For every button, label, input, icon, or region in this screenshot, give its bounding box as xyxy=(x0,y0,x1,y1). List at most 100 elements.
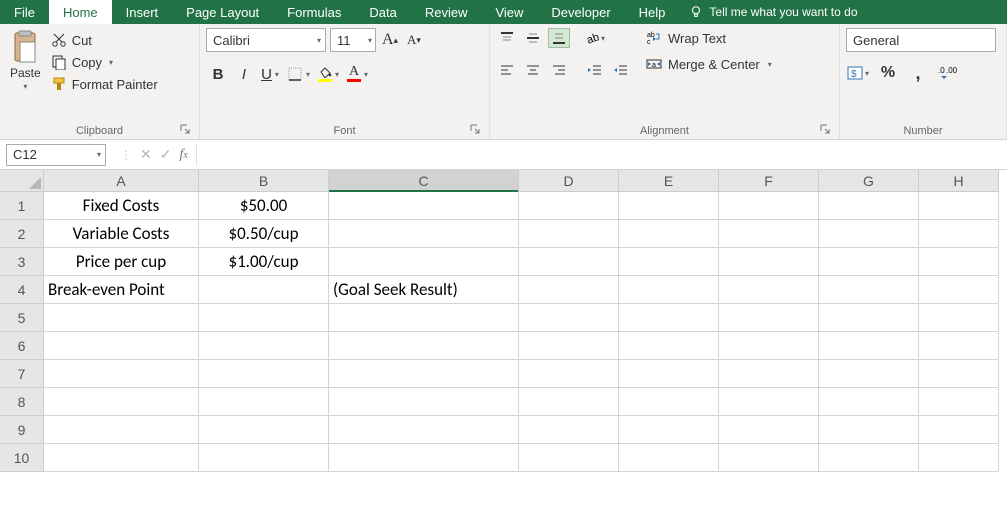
cell-H7[interactable] xyxy=(919,360,999,388)
cell-A10[interactable] xyxy=(44,444,199,472)
cell-A4[interactable]: Break-even Point xyxy=(44,276,199,304)
col-header-G[interactable]: G xyxy=(819,170,919,192)
cell-H3[interactable] xyxy=(919,248,999,276)
cell-F1[interactable] xyxy=(719,192,819,220)
formula-input[interactable] xyxy=(196,144,1007,166)
cell-B1[interactable]: $50.00 xyxy=(199,192,329,220)
col-header-F[interactable]: F xyxy=(719,170,819,192)
name-box[interactable]: C12 ▾ xyxy=(6,144,106,166)
cell-G10[interactable] xyxy=(819,444,919,472)
cell-E10[interactable] xyxy=(619,444,719,472)
cell-C3[interactable] xyxy=(329,248,519,276)
paste-button[interactable]: Paste ▾ xyxy=(6,28,45,93)
font-size-select[interactable]: 11 ▾ xyxy=(330,28,376,52)
cell-G1[interactable] xyxy=(819,192,919,220)
cell-C1[interactable] xyxy=(329,192,519,220)
cell-G4[interactable] xyxy=(819,276,919,304)
tell-me-search[interactable]: Tell me what you want to do xyxy=(679,0,867,24)
cell-G6[interactable] xyxy=(819,332,919,360)
row-header-1[interactable]: 1 xyxy=(0,192,44,220)
col-header-C[interactable]: C xyxy=(329,170,519,192)
number-format-select[interactable]: General xyxy=(846,28,996,52)
cell-E8[interactable] xyxy=(619,388,719,416)
cell-E4[interactable] xyxy=(619,276,719,304)
tab-formulas[interactable]: Formulas xyxy=(273,0,355,24)
format-painter-button[interactable]: Format Painter xyxy=(51,76,158,92)
row-header-9[interactable]: 9 xyxy=(0,416,44,444)
cell-C6[interactable] xyxy=(329,332,519,360)
cell-B8[interactable] xyxy=(199,388,329,416)
underline-button[interactable]: U▾ xyxy=(258,62,282,86)
merge-center-button[interactable]: a Merge & Center ▾ xyxy=(646,56,772,72)
alignment-launcher-icon[interactable] xyxy=(819,123,831,135)
cell-E7[interactable] xyxy=(619,360,719,388)
cell-D4[interactable] xyxy=(519,276,619,304)
tab-view[interactable]: View xyxy=(481,0,537,24)
align-center-button[interactable] xyxy=(522,60,544,80)
cell-E6[interactable] xyxy=(619,332,719,360)
wrap-text-button[interactable]: abc Wrap Text xyxy=(646,30,772,46)
cell-A5[interactable] xyxy=(44,304,199,332)
clipboard-launcher-icon[interactable] xyxy=(179,123,191,135)
cell-D6[interactable] xyxy=(519,332,619,360)
cell-C2[interactable] xyxy=(329,220,519,248)
insert-function-button[interactable]: fx xyxy=(179,147,187,163)
select-all-corner[interactable] xyxy=(0,170,44,192)
border-button[interactable]: ▾ xyxy=(284,62,313,86)
cell-B3[interactable]: $1.00/cup xyxy=(199,248,329,276)
cell-C7[interactable] xyxy=(329,360,519,388)
cell-H4[interactable] xyxy=(919,276,999,304)
cell-E1[interactable] xyxy=(619,192,719,220)
cell-D8[interactable] xyxy=(519,388,619,416)
tab-help[interactable]: Help xyxy=(625,0,680,24)
cell-F9[interactable] xyxy=(719,416,819,444)
accounting-format-button[interactable]: $▾ xyxy=(846,62,870,84)
orientation-button[interactable]: ab▾ xyxy=(584,28,606,48)
col-header-H[interactable]: H xyxy=(919,170,999,192)
italic-button[interactable]: I xyxy=(232,62,256,86)
cell-C10[interactable] xyxy=(329,444,519,472)
font-color-button[interactable]: A ▾ xyxy=(344,62,371,86)
enter-formula-button[interactable]: ✓ xyxy=(160,146,172,163)
cell-H2[interactable] xyxy=(919,220,999,248)
cell-E9[interactable] xyxy=(619,416,719,444)
align-left-button[interactable] xyxy=(496,60,518,80)
cell-E2[interactable] xyxy=(619,220,719,248)
cell-A6[interactable] xyxy=(44,332,199,360)
cell-G8[interactable] xyxy=(819,388,919,416)
cell-F5[interactable] xyxy=(719,304,819,332)
row-header-5[interactable]: 5 xyxy=(0,304,44,332)
cell-B6[interactable] xyxy=(199,332,329,360)
bold-button[interactable]: B xyxy=(206,62,230,86)
tab-file[interactable]: File xyxy=(0,0,49,24)
decrease-font-button[interactable]: A▾ xyxy=(404,29,424,51)
increase-indent-button[interactable] xyxy=(610,60,632,80)
align-bottom-button[interactable] xyxy=(548,28,570,48)
cell-G2[interactable] xyxy=(819,220,919,248)
cell-B10[interactable] xyxy=(199,444,329,472)
cell-B2[interactable]: $0.50/cup xyxy=(199,220,329,248)
cell-G9[interactable] xyxy=(819,416,919,444)
col-header-A[interactable]: A xyxy=(44,170,199,192)
cell-E5[interactable] xyxy=(619,304,719,332)
font-launcher-icon[interactable] xyxy=(469,123,481,135)
decrease-indent-button[interactable] xyxy=(584,60,606,80)
row-header-6[interactable]: 6 xyxy=(0,332,44,360)
comma-button[interactable]: , xyxy=(906,62,930,84)
align-top-button[interactable] xyxy=(496,28,518,48)
cell-F2[interactable] xyxy=(719,220,819,248)
cell-F3[interactable] xyxy=(719,248,819,276)
cell-D3[interactable] xyxy=(519,248,619,276)
cell-D5[interactable] xyxy=(519,304,619,332)
row-header-8[interactable]: 8 xyxy=(0,388,44,416)
percent-button[interactable]: % xyxy=(876,62,900,84)
tab-data[interactable]: Data xyxy=(355,0,410,24)
cell-G5[interactable] xyxy=(819,304,919,332)
cell-C8[interactable] xyxy=(329,388,519,416)
cell-F7[interactable] xyxy=(719,360,819,388)
cell-D9[interactable] xyxy=(519,416,619,444)
tab-page-layout[interactable]: Page Layout xyxy=(172,0,273,24)
cell-H8[interactable] xyxy=(919,388,999,416)
cell-B5[interactable] xyxy=(199,304,329,332)
copy-dropdown-icon[interactable]: ▾ xyxy=(109,58,113,67)
